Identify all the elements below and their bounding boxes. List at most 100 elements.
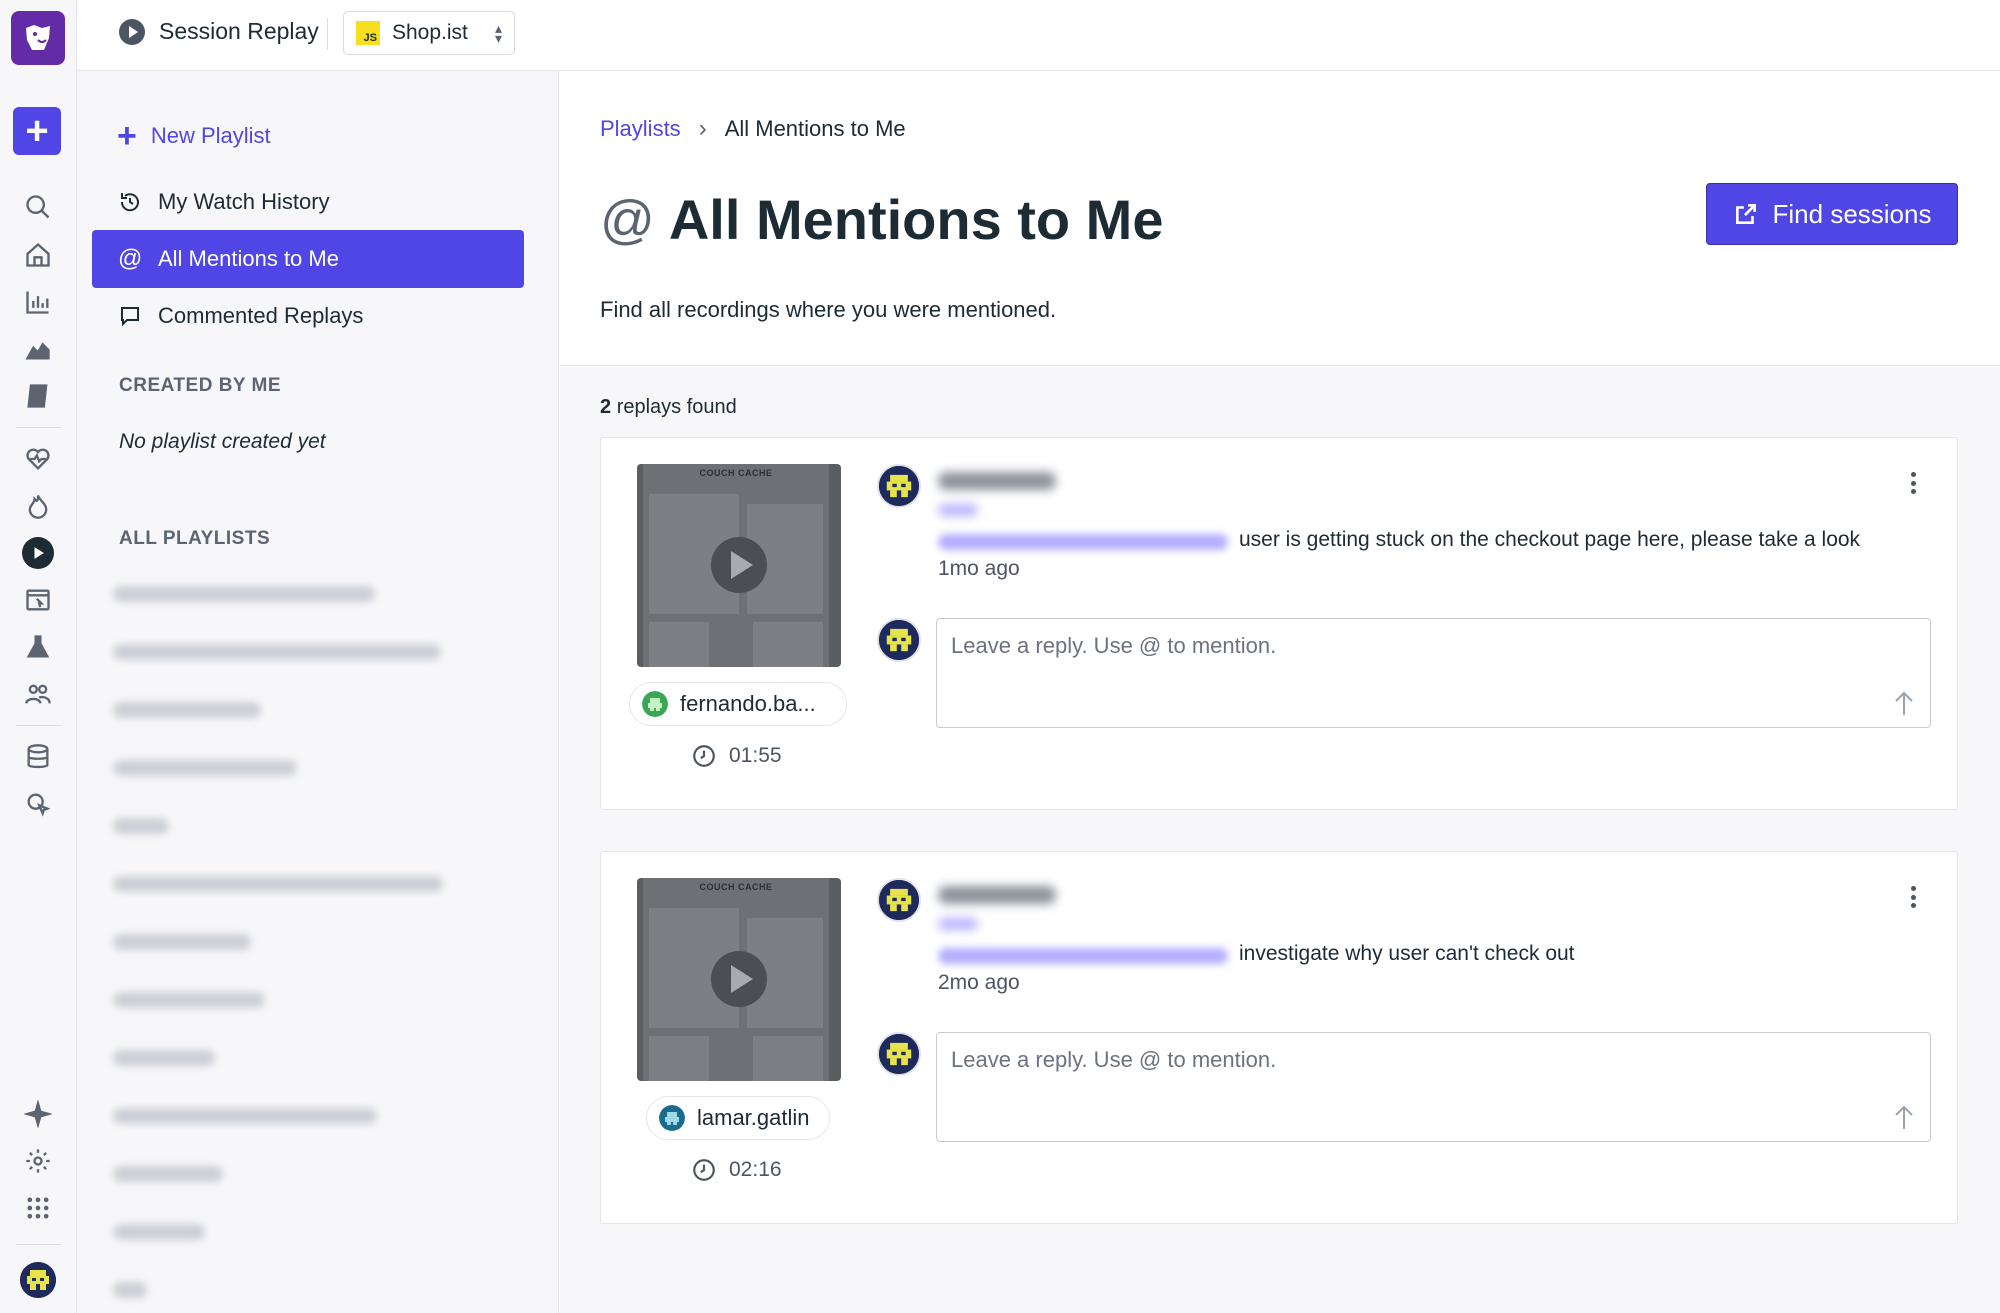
playlist-item-redacted[interactable] bbox=[113, 1050, 215, 1066]
sidebar-item-commented-replays[interactable]: Commented Replays bbox=[92, 287, 524, 345]
user-avatar-icon bbox=[642, 691, 668, 717]
playlist-item-redacted[interactable] bbox=[113, 876, 443, 892]
mention-redacted bbox=[938, 534, 1228, 550]
breadcrumb-playlists-link[interactable]: Playlists bbox=[600, 116, 681, 142]
thumbnail-block bbox=[649, 622, 709, 667]
flame-icon[interactable] bbox=[22, 490, 54, 522]
notebook-icon[interactable] bbox=[22, 380, 54, 412]
page-title: @ All Mentions to Me bbox=[600, 187, 1163, 252]
user-name: fernando.ba... bbox=[680, 691, 816, 716]
more-options-icon[interactable] bbox=[1908, 884, 1918, 910]
sidebar-item-label: All Mentions to Me bbox=[158, 246, 339, 271]
commenter-handle-redacted bbox=[938, 918, 978, 930]
reply-input[interactable]: Leave a reply. Use @ to mention. bbox=[936, 618, 1931, 728]
reply-placeholder: Leave a reply. Use @ to mention. bbox=[951, 633, 1277, 658]
new-playlist-label: New Playlist bbox=[150, 123, 271, 148]
flask-icon[interactable] bbox=[22, 631, 54, 663]
breadcrumb: Playlists › All Mentions to Me bbox=[600, 115, 906, 143]
thumbnail-brand: COUCH CACHE bbox=[699, 882, 773, 892]
sidebar-item-all-mentions[interactable]: @ All Mentions to Me bbox=[92, 230, 524, 288]
replay-thumbnail[interactable]: COUCH CACHE bbox=[637, 464, 841, 667]
reply-avatar bbox=[877, 1032, 921, 1076]
playlist-item-redacted[interactable] bbox=[113, 1166, 223, 1182]
play-icon[interactable] bbox=[711, 951, 767, 1007]
duration-value: 01:55 bbox=[729, 744, 782, 767]
sidebar-item-watch-history[interactable]: My Watch History bbox=[92, 173, 524, 231]
playlist-item-redacted[interactable] bbox=[113, 1108, 377, 1124]
send-arrow-icon[interactable] bbox=[1892, 689, 1916, 717]
create-new-button[interactable]: + bbox=[13, 107, 61, 155]
history-icon bbox=[120, 193, 139, 212]
reply-avatar bbox=[877, 618, 921, 662]
playlist-item-redacted[interactable] bbox=[113, 702, 261, 718]
thumbnail-block bbox=[649, 1036, 709, 1081]
more-options-icon[interactable] bbox=[1908, 470, 1918, 496]
at-icon: @ bbox=[600, 189, 655, 250]
no-playlist-note: No playlist created yet bbox=[119, 430, 326, 453]
sidebar-item-label: My Watch History bbox=[158, 189, 330, 214]
user-avatar[interactable] bbox=[20, 1262, 56, 1298]
replay-card: COUCH CACHE fernando.ba... 01:55 user is… bbox=[600, 437, 1958, 810]
comment-text: user is getting stuck on the checkout pa… bbox=[1239, 528, 1861, 551]
replay-count-suffix: replays found bbox=[616, 396, 737, 418]
user-chip[interactable]: lamar.gatlin bbox=[646, 1096, 830, 1140]
at-icon: @ bbox=[118, 245, 143, 272]
playlist-item-redacted[interactable] bbox=[113, 818, 169, 834]
sidebar-item-label: Commented Replays bbox=[158, 303, 364, 328]
product-title[interactable]: Session Replay bbox=[119, 18, 319, 45]
reply-input[interactable]: Leave a reply. Use @ to mention. bbox=[936, 1032, 1931, 1142]
page-title-text: All Mentions to Me bbox=[668, 188, 1164, 251]
comment-text: investigate why user can't check out bbox=[1239, 942, 1575, 965]
playlist-item-redacted[interactable] bbox=[113, 644, 441, 660]
reply-placeholder: Leave a reply. Use @ to mention. bbox=[951, 1047, 1277, 1072]
browser-icon[interactable] bbox=[22, 584, 54, 616]
chevron-up-down-icon: ▴ ▾ bbox=[494, 20, 502, 46]
users-icon[interactable] bbox=[22, 678, 54, 710]
playlist-item-redacted[interactable] bbox=[113, 586, 375, 602]
play-icon[interactable] bbox=[711, 537, 767, 593]
application-selector[interactable]: JS Shop.ist ▴ ▾ bbox=[343, 11, 515, 55]
external-link-icon bbox=[1735, 204, 1756, 224]
topbar-divider bbox=[327, 18, 328, 50]
rail-divider bbox=[16, 725, 61, 726]
main-content: Playlists › All Mentions to Me @ All Men… bbox=[560, 71, 2000, 1313]
nav-rail: + bbox=[0, 0, 77, 1313]
commenter-handle-redacted bbox=[938, 504, 978, 516]
session-replay-icon[interactable] bbox=[22, 537, 54, 569]
product-label: Session Replay bbox=[159, 18, 319, 44]
replay-thumbnail[interactable]: COUCH CACHE bbox=[637, 878, 841, 1081]
play-circle-icon bbox=[119, 18, 145, 45]
datadog-logo-icon[interactable] bbox=[11, 11, 65, 65]
heartbeat-icon[interactable] bbox=[22, 443, 54, 475]
home-icon[interactable] bbox=[22, 239, 54, 271]
replay-count: 2 replays found bbox=[600, 396, 737, 419]
area-chart-icon[interactable] bbox=[22, 333, 54, 365]
user-chip[interactable]: fernando.ba... bbox=[629, 682, 847, 726]
apps-grid-icon[interactable] bbox=[22, 1192, 54, 1224]
all-playlists-heading: ALL PLAYLISTS bbox=[119, 528, 271, 549]
replay-duration: 02:16 bbox=[691, 1157, 782, 1183]
pointer-icon[interactable] bbox=[22, 788, 54, 820]
sparkle-icon[interactable] bbox=[22, 1098, 54, 1130]
thumbnail-block bbox=[753, 622, 823, 667]
thumbnail-block bbox=[753, 1036, 823, 1081]
playlist-item-redacted[interactable] bbox=[113, 760, 297, 776]
send-arrow-icon[interactable] bbox=[1892, 1103, 1916, 1131]
top-bar: Session Replay JS Shop.ist ▴ ▾ bbox=[77, 0, 2000, 71]
playlist-item-redacted[interactable] bbox=[113, 934, 251, 950]
bar-chart-icon[interactable] bbox=[22, 286, 54, 318]
search-icon[interactable] bbox=[22, 191, 54, 223]
find-sessions-button[interactable]: Find sessions bbox=[1706, 183, 1958, 245]
application-name: Shop.ist bbox=[392, 21, 468, 44]
breadcrumb-current: All Mentions to Me bbox=[724, 116, 906, 141]
playlist-item-redacted[interactable] bbox=[113, 1282, 147, 1298]
new-playlist-button[interactable]: + New Playlist bbox=[117, 119, 271, 153]
page-description: Find all recordings where you were menti… bbox=[600, 297, 1057, 322]
clock-icon bbox=[693, 1159, 715, 1181]
gear-icon[interactable] bbox=[22, 1145, 54, 1177]
playlist-item-redacted[interactable] bbox=[113, 1224, 205, 1240]
commenter-avatar bbox=[877, 464, 921, 508]
playlist-item-redacted[interactable] bbox=[113, 992, 265, 1008]
chevron-right-icon: › bbox=[698, 115, 707, 142]
database-icon[interactable] bbox=[22, 741, 54, 773]
